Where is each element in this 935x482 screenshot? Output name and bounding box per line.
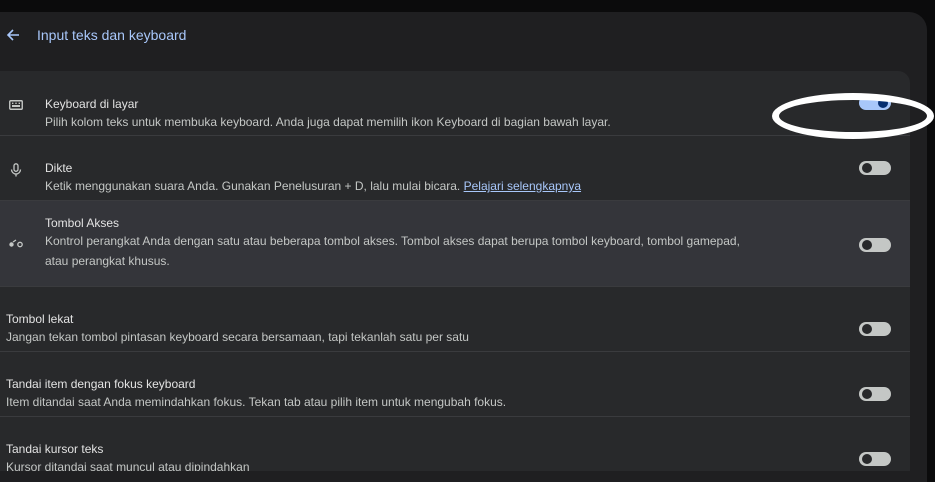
- learn-more-link[interactable]: Pelajari selengkapnya: [464, 179, 581, 193]
- setting-row-caret-highlight[interactable]: Tandai kursor teks Kursor ditandai saat …: [0, 417, 910, 471]
- setting-description: Jangan tekan tombol pintasan keyboard se…: [6, 330, 469, 344]
- caret-highlight-toggle[interactable]: [859, 452, 891, 466]
- page-title: Input teks dan keyboard: [37, 27, 187, 43]
- setting-description: Kursor ditandai saat muncul atau dipinda…: [6, 460, 250, 471]
- arrow-left-icon[interactable]: [3, 25, 23, 45]
- setting-row-switch-access[interactable]: Tombol Akses Kontrol perangkat Anda deng…: [0, 201, 910, 287]
- toggle-knob: [862, 324, 872, 334]
- setting-description: Ketik menggunakan suara Anda. Gunakan Pe…: [45, 179, 461, 193]
- setting-row-onscreen-keyboard[interactable]: Keyboard di layar Pilih kolom teks untuk…: [0, 71, 910, 136]
- switch-access-toggle[interactable]: [859, 238, 891, 252]
- setting-row-dictation[interactable]: Dikte Ketik menggunakan suara Anda. Guna…: [0, 136, 910, 201]
- switch-access-icon: [6, 234, 26, 254]
- onscreen-keyboard-toggle[interactable]: [859, 96, 891, 110]
- toggle-knob: [862, 240, 872, 250]
- setting-label: Tandai item dengan fokus keyboard: [6, 377, 196, 391]
- setting-label: Tombol lekat: [6, 312, 74, 326]
- setting-description: Pilih kolom teks untuk membuka keyboard.…: [45, 115, 611, 129]
- setting-row-sticky-keys[interactable]: Tombol lekat Jangan tekan tombol pintasa…: [0, 287, 910, 352]
- toggle-knob: [878, 98, 888, 108]
- microphone-icon: [6, 160, 26, 180]
- setting-label: Keyboard di layar: [45, 97, 139, 111]
- focus-highlight-toggle[interactable]: [859, 387, 891, 401]
- setting-label: Dikte: [45, 161, 73, 175]
- toggle-knob: [862, 389, 872, 399]
- dictation-toggle[interactable]: [859, 161, 891, 175]
- setting-row-focus-highlight[interactable]: Tandai item dengan fokus keyboard Item d…: [0, 352, 910, 417]
- keyboard-icon: [6, 95, 26, 115]
- toggle-knob: [862, 163, 872, 173]
- setting-label: Tombol Akses: [45, 216, 120, 230]
- page-header: Input teks dan keyboard: [0, 24, 186, 46]
- sticky-keys-toggle[interactable]: [859, 322, 891, 336]
- setting-description: Kontrol perangkat Anda dengan satu atau …: [45, 234, 740, 248]
- setting-label: Tandai kursor teks: [6, 442, 104, 456]
- toggle-knob: [862, 454, 872, 464]
- setting-description: Item ditandai saat Anda memindahkan foku…: [6, 395, 507, 409]
- settings-card: Keyboard di layar Pilih kolom teks untuk…: [0, 71, 910, 471]
- setting-description-continued: atau perangkat khusus.: [45, 254, 170, 268]
